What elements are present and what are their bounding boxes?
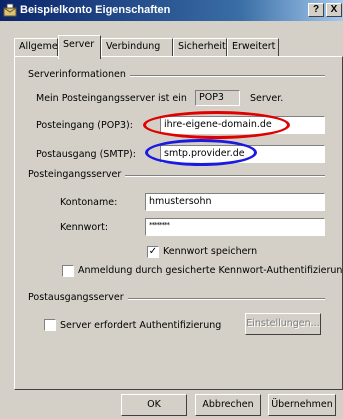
spa-checkbox[interactable] <box>62 265 74 277</box>
help-button[interactable]: ? <box>308 3 324 17</box>
tab-verbindung[interactable]: Verbindung <box>101 38 173 57</box>
ok-button[interactable]: OK <box>121 394 187 416</box>
account-name-input[interactable]: hmustersohn <box>145 193 325 211</box>
settings-button[interactable]: Einstellungen... <box>245 313 321 335</box>
incoming-server-input[interactable]: ihre-eigene-domain.de <box>160 116 325 134</box>
server-info-group-label: Serverinformationen <box>28 69 130 80</box>
password-label: Kennwort: <box>60 222 109 233</box>
title-bar: Beispielkonto Eigenschaften ? X <box>0 0 343 21</box>
group-divider <box>106 175 325 177</box>
tab-sicherheit[interactable]: Sicherheit <box>173 38 227 57</box>
close-button[interactable]: X <box>326 3 342 17</box>
cancel-button[interactable]: Abbrechen <box>195 394 261 416</box>
save-password-checkbox[interactable]: ✓ <box>147 246 159 258</box>
window-title: Beispielkonto Eigenschaften <box>20 4 171 16</box>
save-password-label[interactable]: Kennwort speichern <box>163 246 257 257</box>
incoming-type-value: POP3 <box>195 90 240 106</box>
mail-account-icon <box>3 3 17 17</box>
group-divider <box>115 75 325 77</box>
account-name-label: Kontoname: <box>60 197 118 208</box>
tab-server[interactable]: Server <box>58 35 101 59</box>
smtp-auth-label[interactable]: Server erfordert Authentifizierung <box>60 320 221 331</box>
spa-label[interactable]: Anmeldung durch gesicherte Kennwort-Auth… <box>78 265 343 276</box>
password-input[interactable]: ******** <box>145 218 325 236</box>
apply-button[interactable]: Übernehmen <box>268 394 336 416</box>
outgoing-server-group-label: Postausgangsserver <box>28 292 128 303</box>
group-divider <box>110 298 325 300</box>
outgoing-server-input[interactable]: smtp.provider.de <box>160 145 325 163</box>
outgoing-server-label: Postausgang (SMTP): <box>36 149 136 160</box>
incoming-server-label: Posteingang (POP3): <box>36 120 133 131</box>
smtp-auth-checkbox[interactable] <box>44 319 56 331</box>
tab-allgemein[interactable]: Allgemein <box>14 38 66 57</box>
incoming-type-prefix: Mein Posteingangsserver ist ein <box>36 93 187 104</box>
incoming-server-group-label: Posteingangsserver <box>28 169 126 180</box>
tab-erweitert[interactable]: Erweitert <box>227 38 279 57</box>
incoming-type-suffix: Server. <box>250 93 284 104</box>
